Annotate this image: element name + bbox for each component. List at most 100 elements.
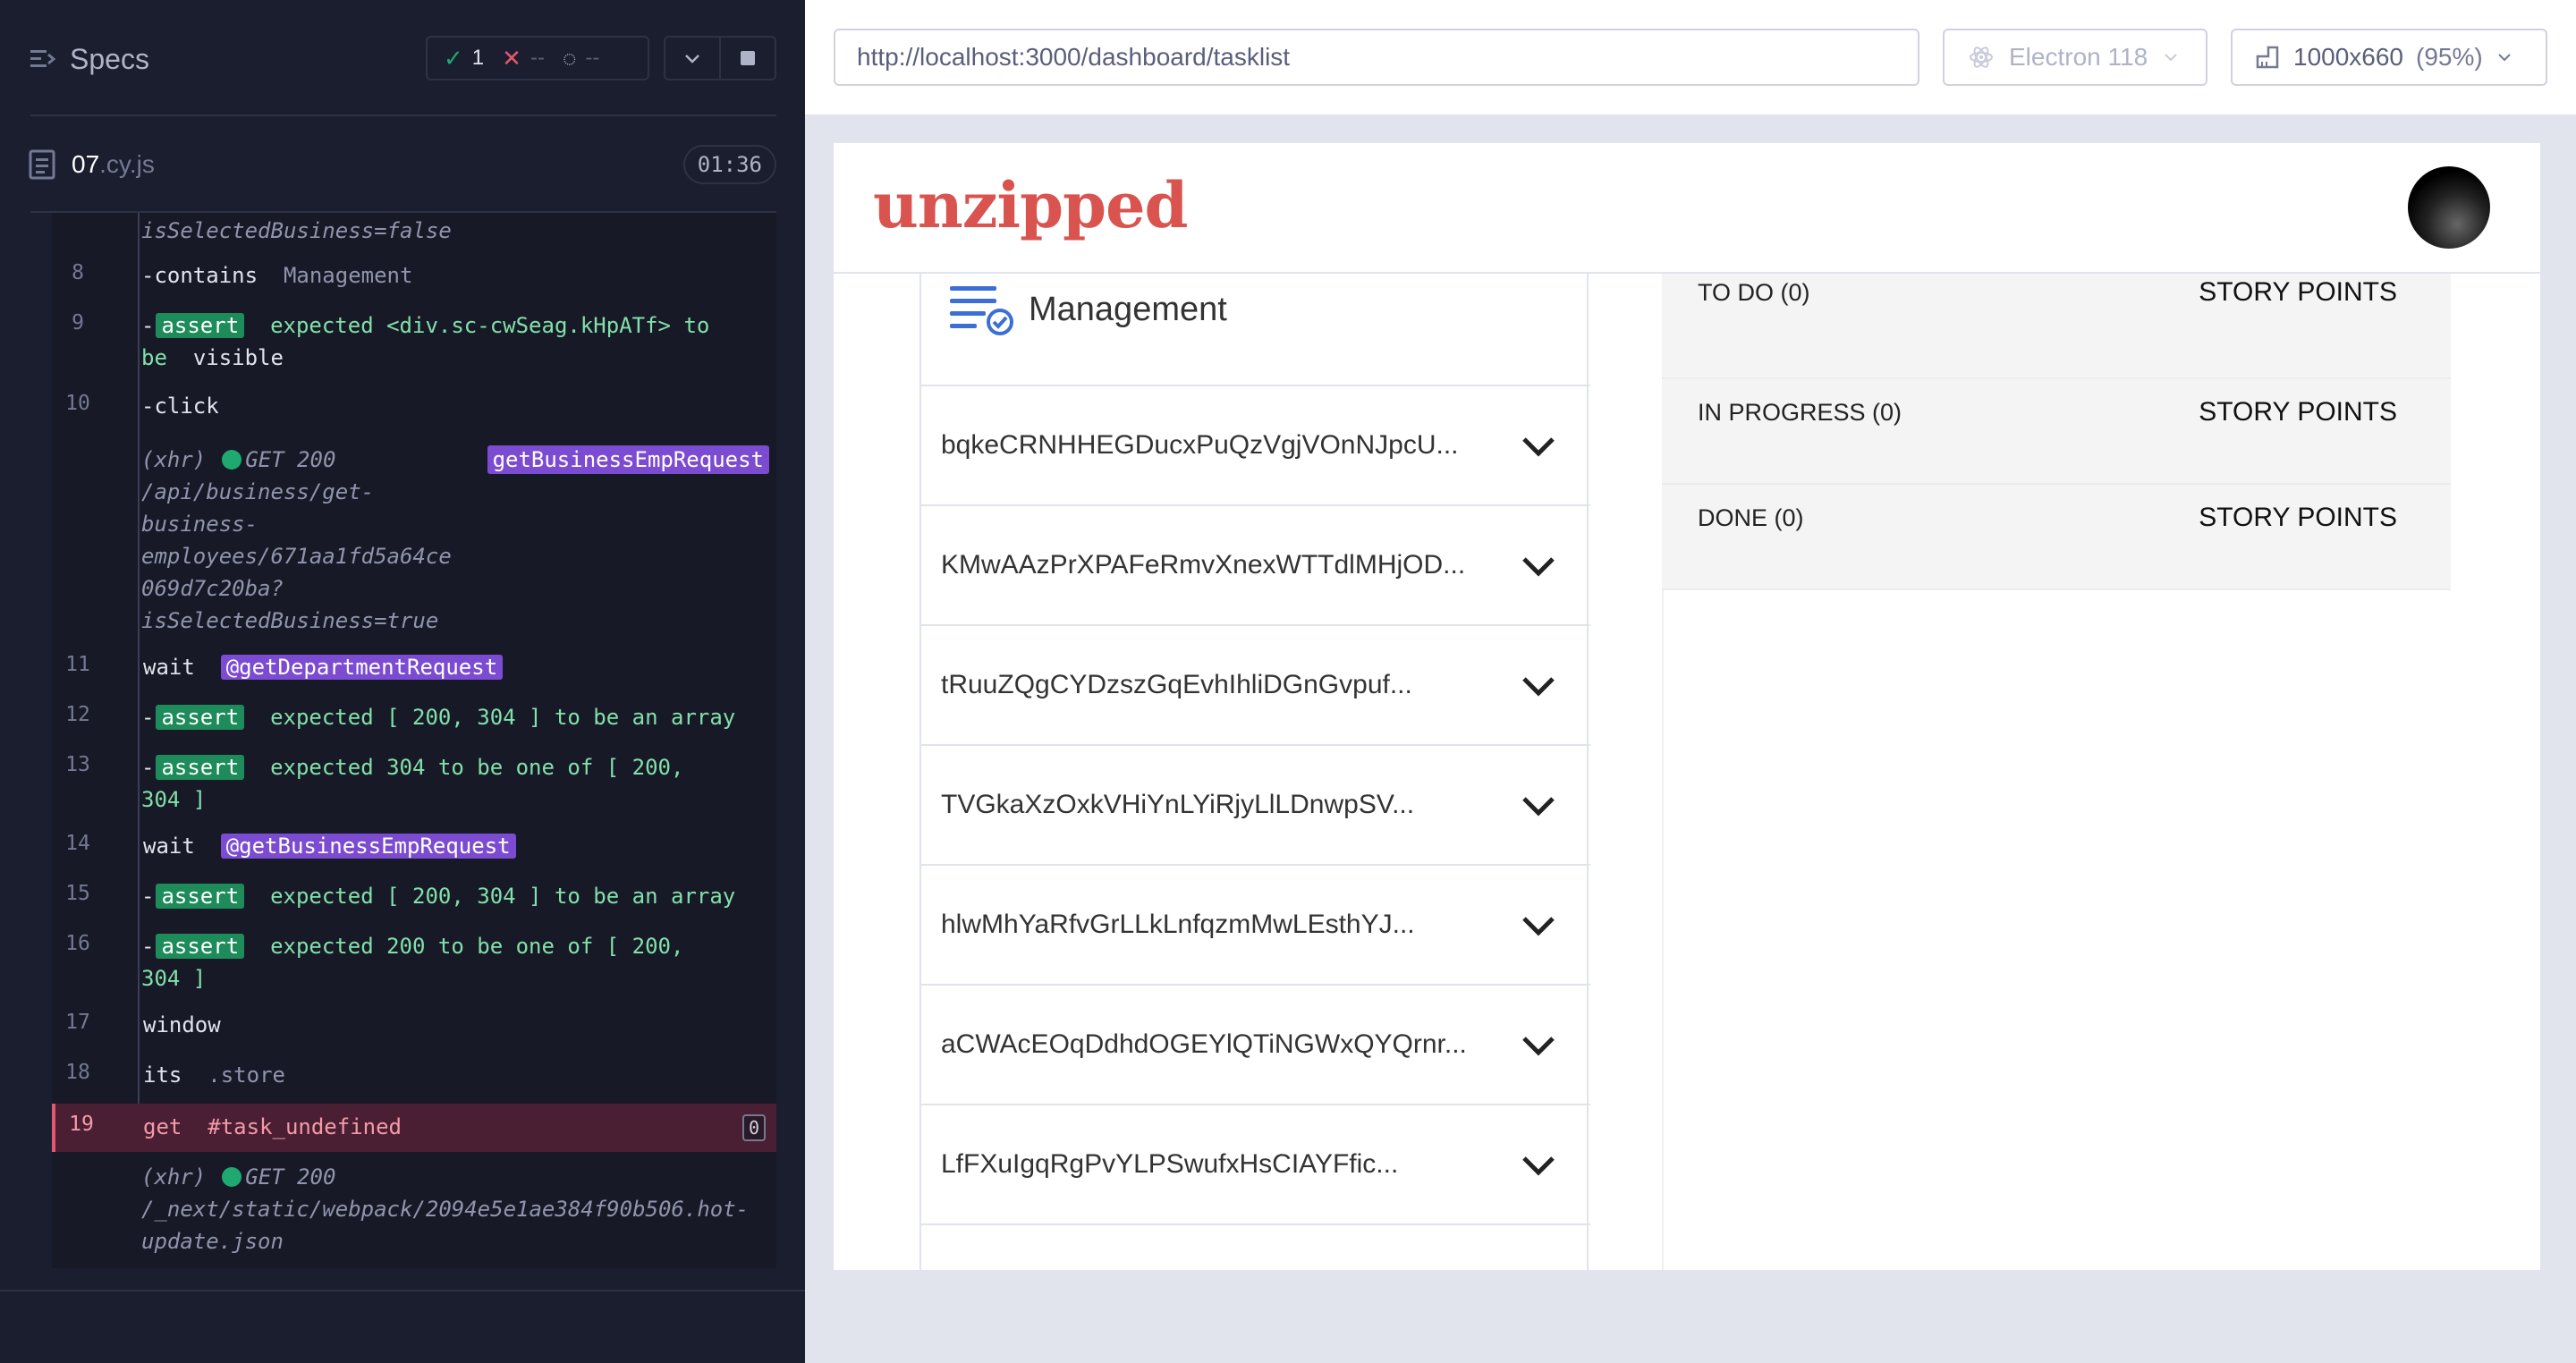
- viewport-scale: (95%): [2416, 43, 2483, 71]
- assert-row[interactable]: 12 - assert expected [ 200, 304 ] to be a…: [52, 701, 776, 737]
- xhr-row[interactable]: (xhr) GET 200 getBusinessEmpRequest /api/…: [52, 444, 776, 633]
- header-divider: [30, 114, 776, 116]
- task-item[interactable]: [921, 1223, 1590, 1270]
- status-row-in-progress[interactable]: IN PROGRESS (0) STORY POINTS: [1662, 379, 2451, 485]
- assert-row[interactable]: 9 - assert expected <div.sc-cwSeag.kHpATf…: [52, 309, 776, 377]
- command-log: isSelectedBusiness=false 8 -contains Man…: [52, 213, 776, 1268]
- xhr-row[interactable]: (xhr) GET 200 /_next/static/webpack/2094e…: [52, 1161, 776, 1268]
- task-title: bqkeCRNHHEGDucxPuQzVgjVOnNJpcU...: [941, 430, 1459, 460]
- command-row[interactable]: 18 its .store: [52, 1059, 776, 1095]
- assert-badge: assert: [156, 705, 245, 730]
- specs-button[interactable]: Specs: [29, 41, 149, 77]
- app-logo[interactable]: unzipped: [873, 168, 1189, 242]
- assert-text: be: [141, 345, 167, 370]
- alias-badge: @getDepartmentRequest: [220, 655, 504, 680]
- spec-duration: 01:36: [682, 145, 776, 184]
- xhr-url: business-: [141, 512, 258, 537]
- xhr-method: GET 200: [245, 1164, 336, 1189]
- task-item[interactable]: TVGkaXzOxkVHiYnLYiRjyLlLDnwpSV...: [921, 744, 1590, 864]
- story-points-label: STORY POINTS: [2199, 503, 2397, 532]
- task-item[interactable]: KMwAAzPrXPAFeRmvXnexWTTdlMHjOD...: [921, 504, 1590, 624]
- stop-button[interactable]: [719, 38, 775, 79]
- assert-row[interactable]: 13 - assert expected 304 to be one of [ 2…: [52, 751, 776, 819]
- xhr-url: isSelectedBusiness=true: [141, 608, 439, 633]
- assert-text: expected 200 to be one of [ 200,: [270, 934, 684, 959]
- browser-toolbar: http://localhost:3000/dashboard/tasklist…: [805, 0, 2576, 114]
- passed-stat: ✓ 1: [444, 45, 484, 72]
- status-label: DONE (0): [1698, 504, 1804, 531]
- command-row[interactable]: 10 -click: [52, 390, 776, 426]
- status-empty-area: [1662, 590, 2451, 1270]
- xhr-label: (xhr): [141, 1164, 207, 1189]
- command-row[interactable]: 8 -contains Management: [52, 259, 776, 295]
- chevron-down-icon[interactable]: [1519, 906, 1558, 945]
- column-header: Management: [946, 281, 1227, 338]
- command-row[interactable]: 11 wait @getDepartmentRequest: [52, 651, 776, 687]
- status-row-todo[interactable]: TO DO (0) STORY POINTS: [1662, 274, 2451, 379]
- command-name: wait: [143, 834, 195, 859]
- chevron-down-icon: [2165, 54, 2177, 62]
- task-item[interactable]: aCWAcEOqDdhdOGEYlQTiNGWxQYQrnr...: [921, 984, 1590, 1104]
- spec-extension: .cy.js: [99, 150, 155, 178]
- xhr-url: /api/business/get-: [141, 479, 375, 504]
- failed-command-row[interactable]: 19 get #task_undefined 0: [52, 1104, 776, 1152]
- command-name: window: [143, 1012, 221, 1037]
- line-number: 16: [65, 932, 90, 955]
- command-name: get: [143, 1114, 182, 1139]
- task-item[interactable]: tRuuZQgCYDzszGqEvhIhliDGnGvpuf...: [921, 624, 1590, 744]
- test-stats: ✓ 1 ✕ -- ◌ --: [426, 36, 649, 80]
- assert-badge: assert: [156, 884, 245, 909]
- task-item[interactable]: hlwMhYaRfvGrLLkLnfqzmMwLEsthYJ...: [921, 864, 1590, 984]
- task-item[interactable]: LfFXuIgqRgPvYLPSwufxHsCIAYFfic...: [921, 1104, 1590, 1223]
- xhr-url: employees/671aa1fd5a64ce: [141, 544, 452, 569]
- task-title: hlwMhYaRfvGrLLkLnfqzmMwLEsthYJ...: [941, 910, 1415, 939]
- line-number: 8: [72, 261, 84, 284]
- command-name: -contains: [141, 263, 258, 288]
- xhr-url: update.json: [141, 1229, 284, 1254]
- viewport-size: 1000x660: [2293, 43, 2404, 71]
- chevron-down-icon[interactable]: [1519, 1146, 1558, 1185]
- specs-label: Specs: [70, 42, 149, 75]
- task-title: aCWAcEOqDdhdOGEYlQTiNGWxQYQrnr...: [941, 1029, 1467, 1059]
- assert-text: expected [ 200, 304 ] to be an array: [270, 884, 736, 909]
- line-number: 14: [65, 832, 90, 855]
- command-name: wait: [143, 655, 195, 680]
- footer-divider: [0, 1290, 805, 1291]
- x-icon: ✕: [502, 44, 521, 72]
- run-controls: [664, 36, 776, 80]
- command-row[interactable]: 14 wait @getBusinessEmpRequest: [52, 830, 776, 866]
- viewport-selector[interactable]: 1000x660 (95%): [2231, 29, 2547, 86]
- task-title: TVGkaXzOxkVHiYnLYiRjyLlLDnwpSV...: [941, 790, 1415, 819]
- avatar[interactable]: [2408, 166, 2490, 249]
- assert-text: 304 ]: [141, 787, 207, 812]
- task-item[interactable]: bqkeCRNHHEGDucxPuQzVgjVOnNJpcU...: [921, 385, 1590, 504]
- line-number: 9: [72, 311, 84, 334]
- line-number: 13: [65, 753, 90, 776]
- status-label: TO DO (0): [1698, 279, 1810, 306]
- status-label: IN PROGRESS (0): [1698, 399, 1902, 426]
- element-count-badge: 0: [742, 1114, 766, 1141]
- passed-count: 1: [471, 46, 485, 70]
- alias-badge: getBusinessEmpRequest: [487, 445, 769, 474]
- chevron-down-icon[interactable]: [1519, 1026, 1558, 1065]
- command-row[interactable]: 17 window: [52, 1009, 776, 1045]
- chevron-down-icon[interactable]: [1519, 427, 1558, 466]
- line-number: 11: [65, 653, 90, 676]
- spec-file-row[interactable]: 07 .cy.js 01:36: [29, 145, 776, 184]
- chevron-down-icon[interactable]: [1519, 546, 1558, 586]
- command-name: -click: [141, 394, 219, 419]
- assert-row[interactable]: 15 - assert expected [ 200, 304 ] to be a…: [52, 880, 776, 916]
- failed-stat: ✕ --: [502, 45, 545, 72]
- url-bar[interactable]: http://localhost:3000/dashboard/tasklist: [834, 29, 1919, 86]
- assert-badge: assert: [156, 313, 245, 338]
- status-row-done[interactable]: DONE (0) STORY POINTS: [1662, 485, 2451, 590]
- assert-row[interactable]: 16 - assert expected 200 to be one of [ 2…: [52, 930, 776, 998]
- chevron-down-icon[interactable]: [1519, 666, 1558, 706]
- assert-badge: assert: [156, 755, 245, 780]
- command-row[interactable]: isSelectedBusiness=false: [52, 213, 776, 252]
- browser-selector[interactable]: Electron 118: [1943, 29, 2207, 86]
- alias-badge: @getBusinessEmpRequest: [220, 834, 516, 859]
- collapse-button[interactable]: [665, 38, 719, 79]
- assert-text: expected <div.sc-cwSeag.kHpATf> to: [270, 313, 710, 338]
- chevron-down-icon[interactable]: [1519, 786, 1558, 825]
